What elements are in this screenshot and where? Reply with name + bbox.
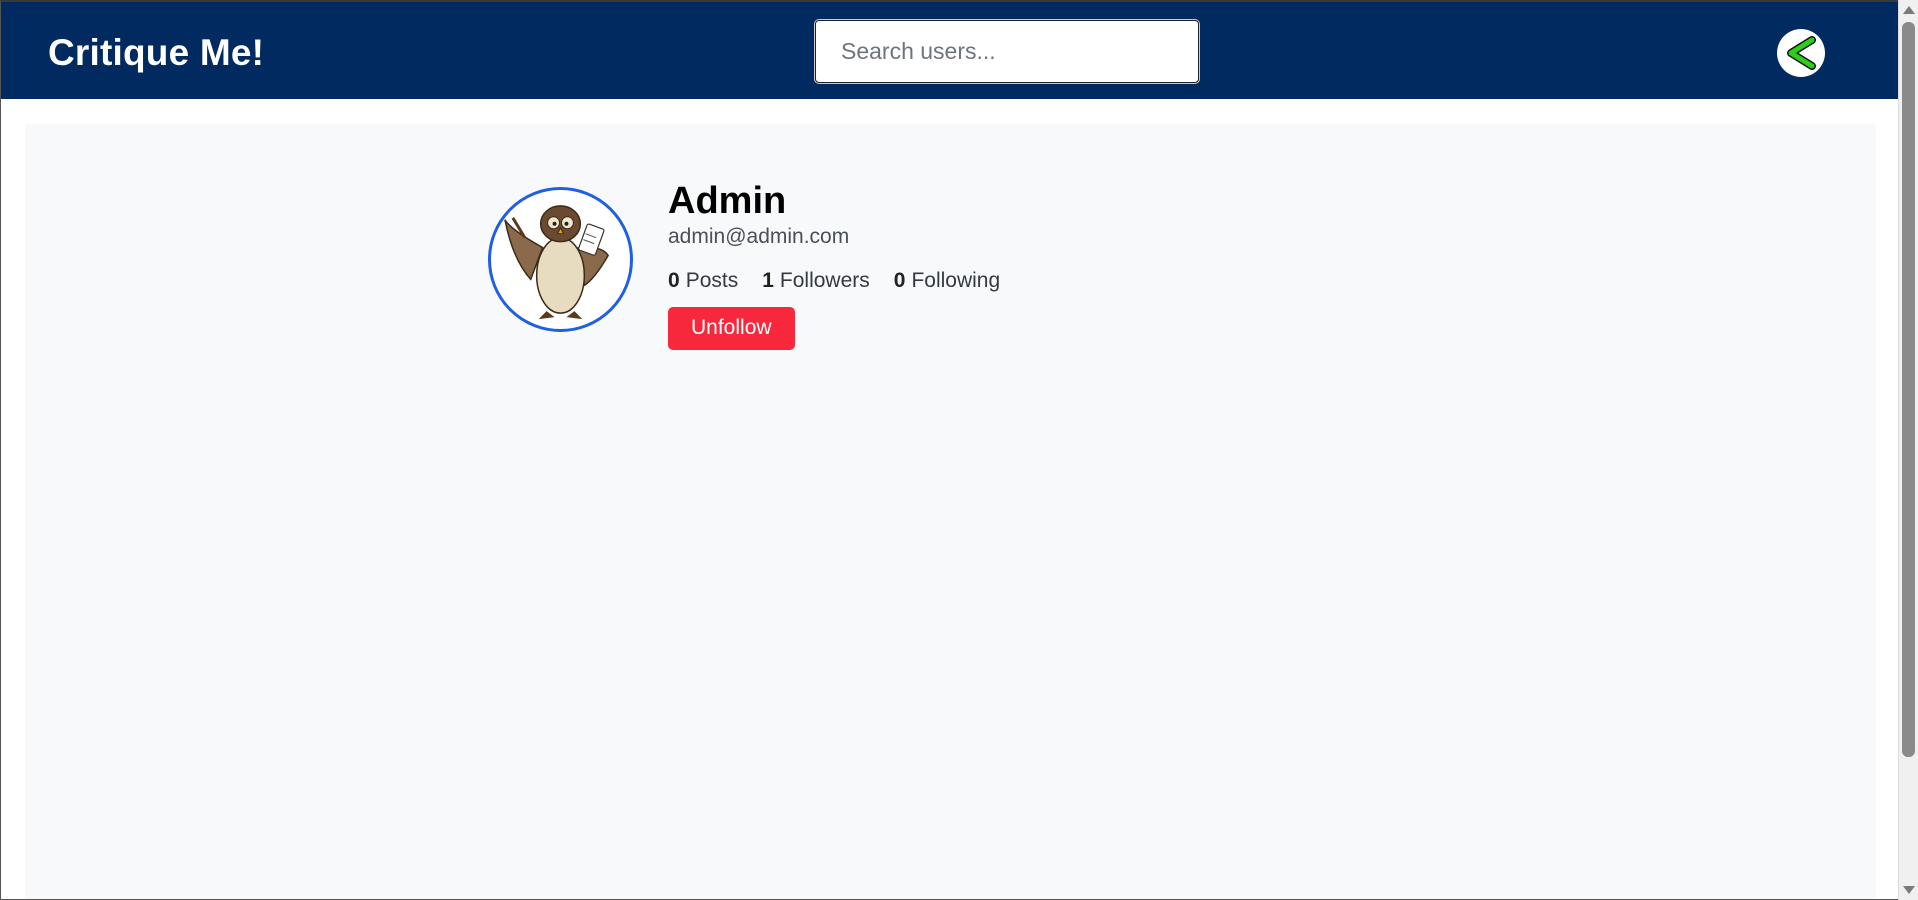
followers-count: 1 [762,269,774,292]
profile-email: admin@admin.com [668,225,850,248]
back-button[interactable] [1777,29,1825,77]
profile-info: Admin admin@admin.com 0 Posts 1 Followers … [668,179,1000,350]
posts-label: Posts [685,269,739,292]
scroll-up-arrow-icon[interactable] [1903,6,1915,14]
unfollow-button[interactable]: Unfollow [668,307,795,350]
brand-logo[interactable]: Critique Me! [48,32,264,74]
followers-label: Followers [779,269,870,292]
profile-stats: 0 Posts 1 Followers 0 Following [668,269,1000,293]
search-box[interactable] [815,20,1199,83]
following-count: 0 [893,269,906,292]
back-arrow-icon [1787,36,1816,70]
stat-posts: 0 Posts [668,269,738,293]
navbar: Critique Me! [1,2,1898,99]
scroll-thumb[interactable] [1902,22,1915,757]
posts-count: 0 [668,269,680,292]
browser-viewport: Critique Me! Search users... Admin admin… [0,0,1898,900]
search-input[interactable] [816,21,1198,82]
following-label: Following [911,269,1001,292]
scroll-down-arrow-icon[interactable] [1903,886,1915,894]
vertical-scrollbar[interactable] [1898,0,1918,900]
stat-following[interactable]: 0 Following [894,269,1000,293]
profile-card: Admin admin@admin.com 0 Posts 1 Followers … [25,124,1876,899]
avatar [488,187,633,332]
profile-name: Admin [668,180,787,222]
owl-avatar [504,205,610,320]
stat-followers[interactable]: 1 Followers [762,269,870,293]
